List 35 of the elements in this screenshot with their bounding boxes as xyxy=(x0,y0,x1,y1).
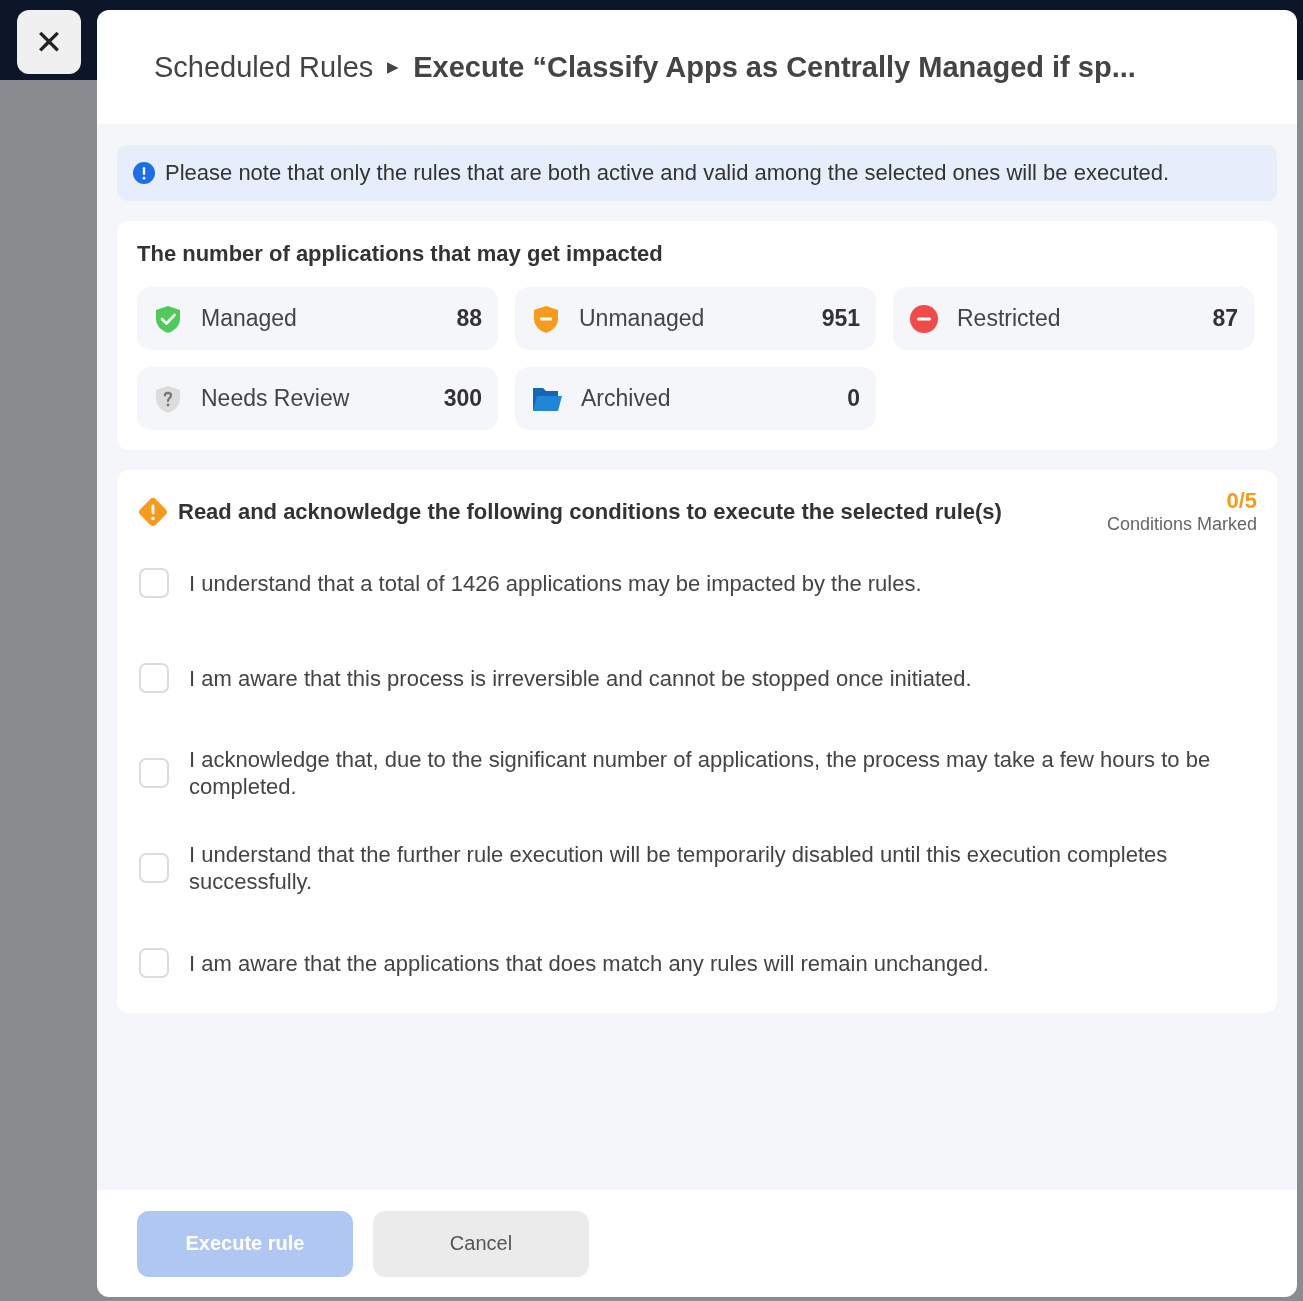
cancel-button[interactable]: Cancel xyxy=(373,1210,589,1277)
checkbox[interactable] xyxy=(139,758,169,788)
stat-label: Managed xyxy=(201,305,298,332)
breadcrumb-current: Execute “Classify Apps as Centrally Managed if sp... xyxy=(413,50,1136,84)
counter-label: Conditions Marked xyxy=(1106,514,1257,535)
impact-title: The number of applications that may get impacted xyxy=(137,241,664,267)
notice-text: Please note that only the rules that are both active and valid among the selected ones will be executed. xyxy=(165,159,1170,187)
breadcrumb-link[interactable]: Scheduled Rules xyxy=(154,50,374,84)
checkbox[interactable] xyxy=(139,568,169,598)
conditions-counter: 0/5 xyxy=(1226,488,1257,514)
checkbox[interactable] xyxy=(139,948,169,978)
stat-label: Restricted xyxy=(957,305,1062,332)
condition-text: I understand that the further rule execution will be temporarily disabled until this execution completes successfully. xyxy=(189,841,1169,895)
condition-text: I am aware that the applications that does match any rules will remain unchanged. xyxy=(189,949,989,977)
shield-question-icon xyxy=(153,383,183,414)
stat-label: Needs Review xyxy=(201,385,351,412)
condition-text: I acknowledge that, due to the significant number of applications, the process may take a few hours to be completed. xyxy=(189,746,1212,800)
checkbox[interactable] xyxy=(139,853,169,883)
checkbox[interactable] xyxy=(139,663,169,693)
stat-count: 0 xyxy=(847,385,860,412)
shield-check-icon xyxy=(153,303,183,334)
stat-label: Unmanaged xyxy=(579,305,706,332)
stat-label: Archived xyxy=(581,385,672,412)
stat-count: 951 xyxy=(821,305,860,332)
condition-text: I am aware that this process is irreversible and cannot be stopped once initiated. xyxy=(189,664,972,692)
stat-count: 87 xyxy=(1212,305,1238,332)
breadcrumb-separator: ▶ xyxy=(387,58,400,76)
condition-text: I understand that a total of 1426 applications may be impacted by the rules. xyxy=(189,569,922,597)
stat-count: 88 xyxy=(456,305,482,332)
info-icon xyxy=(133,162,155,184)
close-button[interactable]: ✕ xyxy=(17,10,81,74)
shield-minus-icon xyxy=(531,303,561,334)
no-entry-icon xyxy=(909,303,939,334)
stat-count: 300 xyxy=(443,385,482,412)
conditions-title: Read and acknowledge the following conditions to execute the selected rule(s) xyxy=(178,498,1003,525)
